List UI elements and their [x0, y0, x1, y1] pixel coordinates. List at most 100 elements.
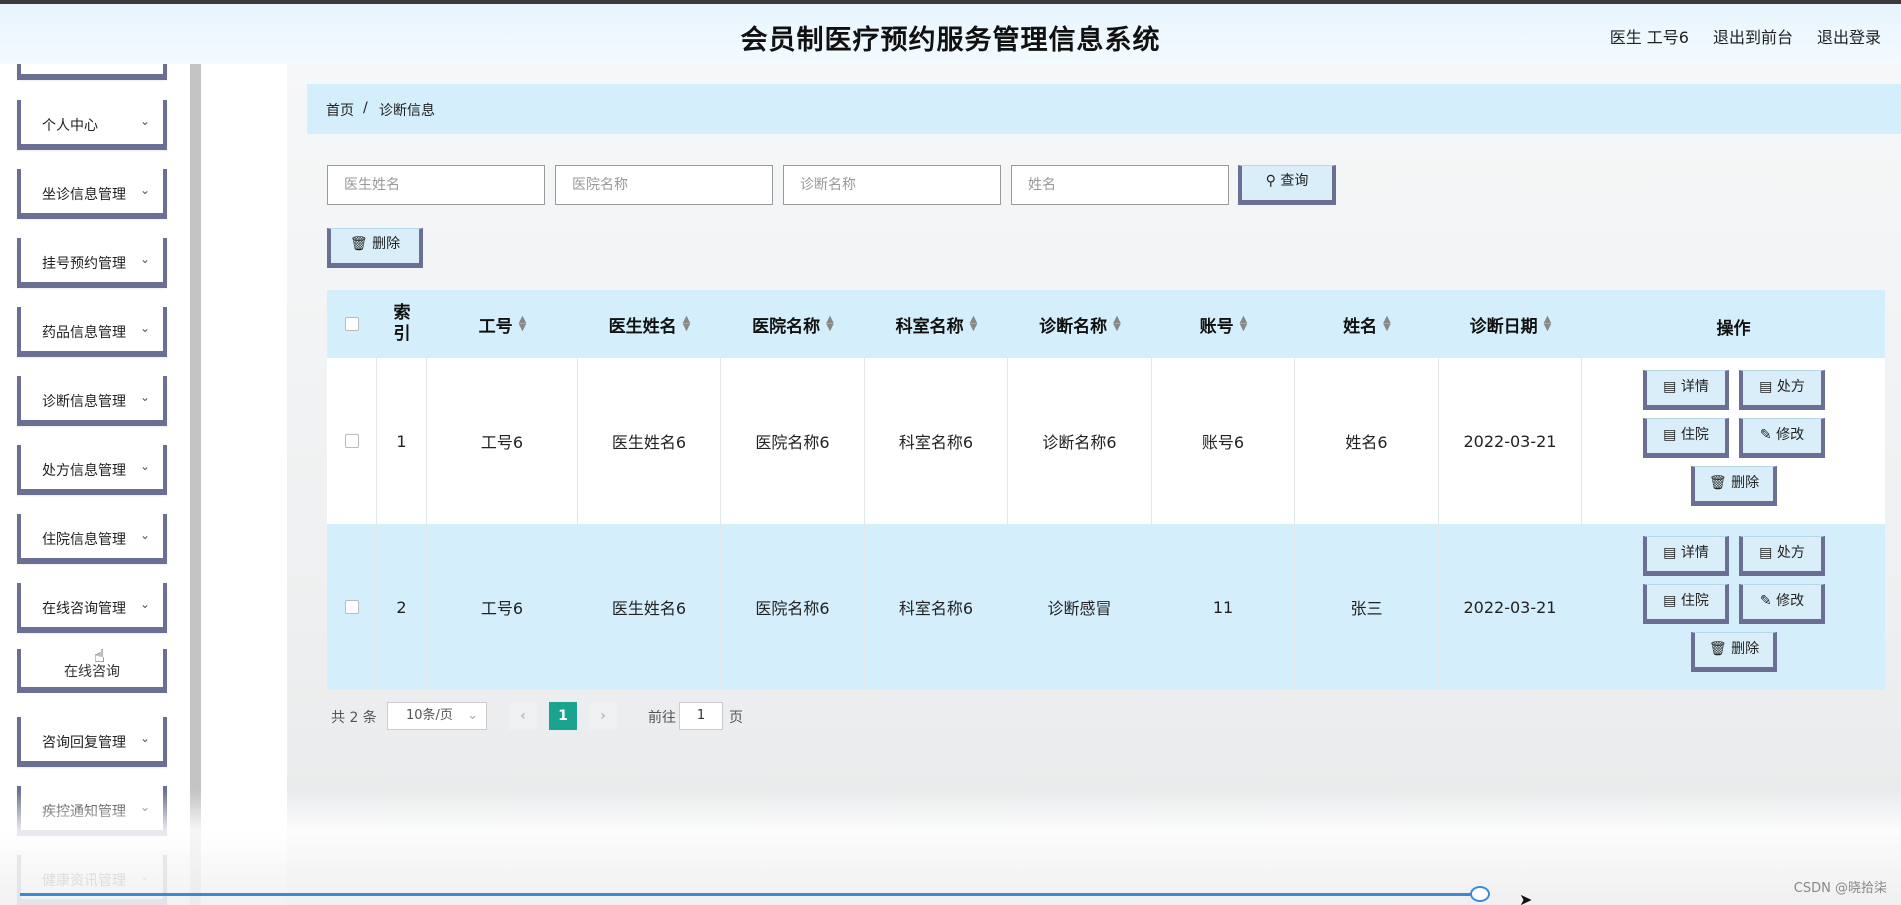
goto-page-input[interactable]: 1 [679, 702, 723, 730]
row-select-cell [327, 524, 377, 690]
chevron-right-icon: › [600, 708, 606, 724]
document-icon: ▤ [1663, 545, 1677, 561]
col-hospital-name[interactable]: 医院名称 ▲ ▼ [721, 290, 865, 358]
sidebar-item-diagnosis[interactable]: 诊断信息管理 ⌄ [17, 376, 167, 426]
cell-hospital-name: 医院名称6 [721, 524, 865, 690]
col-account[interactable]: 账号 ▲ ▼ [1152, 290, 1295, 358]
sidebar-item-label: 处方信息管理 [42, 463, 126, 479]
sidebar-item-label: 疾控通知管理 [42, 804, 126, 820]
chevron-down-icon: ⌄ [139, 800, 150, 814]
prescription-button[interactable]: ▤ 处方 [1739, 536, 1825, 576]
document-icon: ▤ [1663, 427, 1677, 443]
delete-button[interactable]: 🗑 删除 [1691, 632, 1777, 672]
chevron-down-icon: ⌄ [139, 459, 150, 473]
trash-icon: 🗑 [349, 236, 368, 252]
sidebar-menu: 个人中心 ⌄ 坐诊信息管理 ⌄ 挂号预约管理 ⌄ 药品信息管理 ⌄ 诊断信息管理 ⌄ 处方… [0, 64, 190, 905]
sort-icon[interactable]: ▲ ▼ [683, 315, 691, 333]
chevron-down-icon: ⌄ [467, 708, 478, 723]
query-button[interactable]: ⚲ 查询 [1238, 165, 1336, 205]
col-department-name-label: 科室名称 [895, 316, 964, 337]
table-row: 1 工号6 医生姓名6 医院名称6 科室名称6 诊断名称6 账号6 姓名6 20… [327, 358, 1885, 524]
hospital-name-input[interactable]: 医院名称 [555, 165, 773, 205]
sidebar-item-prescription[interactable]: 处方信息管理 ⌄ [17, 445, 167, 495]
table-row: 2 工号6 医生姓名6 医院名称6 科室名称6 诊断感冒 11 张三 2022-… [327, 524, 1885, 690]
sidebar-item-clinic-info[interactable]: 坐诊信息管理 ⌄ [17, 169, 167, 219]
select-all-checkbox[interactable] [345, 317, 359, 331]
sort-icon[interactable]: ▲ ▼ [1383, 315, 1391, 333]
sidebar-item-registration[interactable]: 挂号预约管理 ⌄ [17, 238, 167, 288]
horizontal-scrollbar[interactable] [20, 893, 1482, 896]
row-checkbox[interactable] [344, 434, 359, 448]
delete-button[interactable]: 🗑 删除 [1691, 466, 1777, 506]
scroll-handle[interactable] [1470, 886, 1490, 902]
col-diagnosis-date-label: 诊断日期 [1469, 316, 1538, 337]
logout-link[interactable]: 退出登录 [1817, 24, 1881, 48]
sidebar-item-partial[interactable] [17, 64, 167, 80]
name-input[interactable]: 姓名 [1011, 165, 1229, 205]
sidebar-item-personal-center[interactable]: 个人中心 ⌄ [17, 100, 167, 150]
prescription-button[interactable]: ▤ 处方 [1739, 370, 1825, 410]
sidebar-subitem-online-consult[interactable]: 在线咨询 [17, 649, 167, 693]
hospitalize-button[interactable]: ▤ 住院 [1643, 418, 1729, 458]
sidebar-item-health-news[interactable]: 健康资讯管理 ⌄ [17, 855, 167, 905]
chevron-down-icon: ⌄ [139, 731, 150, 745]
sidebar-item-medicine[interactable]: 药品信息管理 ⌄ [17, 307, 167, 357]
col-name[interactable]: 姓名 ▲ ▼ [1295, 290, 1439, 358]
col-actions: 操作 [1582, 290, 1885, 358]
cell-index: 1 [377, 358, 427, 524]
sidebar-subitem-label: 在线咨询 [64, 664, 120, 680]
col-diagnosis-date[interactable]: 诊断日期 ▲ ▼ [1439, 290, 1582, 358]
col-job-no[interactable]: 工号 ▲ ▼ [427, 290, 578, 358]
cell-actions: ▤ 详情 ▤ 处方 ▤ 住院 ✎ 修改 🗑 删除 [1582, 524, 1885, 690]
watermark: CSDN @晓拾柒 [1793, 881, 1887, 896]
pencil-icon: ✎ [1759, 427, 1772, 443]
detail-button[interactable]: ▤ 详情 [1643, 536, 1729, 576]
col-doctor-name[interactable]: 医生姓名 ▲ ▼ [578, 290, 721, 358]
cell-account: 账号6 [1152, 358, 1295, 524]
sort-icon[interactable]: ▲ ▼ [1544, 315, 1552, 333]
batch-delete-button[interactable]: 🗑 删除 [327, 228, 423, 268]
breadcrumb-home[interactable]: 首页 [326, 100, 354, 120]
sidebar-item-label: 坐诊信息管理 [42, 187, 126, 203]
page-number-current[interactable]: 1 [549, 702, 577, 730]
chevron-down-icon: ⌄ [139, 390, 150, 404]
prev-page-button[interactable]: ‹ [509, 702, 537, 730]
col-diagnosis-name[interactable]: 诊断名称 ▲ ▼ [1008, 290, 1152, 358]
next-page-button[interactable]: › [589, 702, 617, 730]
trash-icon: 🗑 [1708, 475, 1727, 491]
cell-doctor-name: 医生姓名6 [578, 524, 721, 690]
pagination-total: 共 2 条 [331, 710, 377, 726]
sort-icon[interactable]: ▲ ▼ [970, 315, 978, 333]
sort-icon[interactable]: ▲ ▼ [826, 315, 834, 333]
sidebar-item-disease-notice[interactable]: 疾控通知管理 ⌄ [17, 786, 167, 836]
row-checkbox[interactable] [344, 600, 359, 614]
doctor-name-input[interactable]: 医生姓名 [327, 165, 545, 205]
exit-to-front-link[interactable]: 退出到前台 [1713, 24, 1793, 48]
cell-department-name: 科室名称6 [865, 524, 1008, 690]
edit-button[interactable]: ✎ 修改 [1739, 584, 1825, 624]
hand-pointer-icon: ☝ [94, 646, 105, 667]
sort-icon[interactable]: ▲ ▼ [1113, 315, 1121, 333]
sort-icon[interactable]: ▲ ▼ [1240, 315, 1248, 333]
hospitalize-label: 住院 [1680, 427, 1709, 443]
sidebar-item-online-consult[interactable]: 在线咨询管理 ⌄ [17, 583, 167, 633]
sidebar-item-hospitalization[interactable]: 住院信息管理 ⌄ [17, 514, 167, 564]
chevron-down-icon: ⌄ [139, 114, 150, 128]
cell-name: 张三 [1295, 524, 1439, 690]
sidebar-item-consult-reply[interactable]: 咨询回复管理 ⌄ [17, 717, 167, 767]
mouse-cursor-icon: ➤ [1519, 890, 1533, 905]
detail-button[interactable]: ▤ 详情 [1643, 370, 1729, 410]
edit-label: 修改 [1776, 427, 1805, 443]
edit-button[interactable]: ✎ 修改 [1739, 418, 1825, 458]
col-department-name[interactable]: 科室名称 ▲ ▼ [865, 290, 1008, 358]
page-size-select[interactable]: 10条/页 ⌄ [387, 702, 487, 730]
hospitalize-button[interactable]: ▤ 住院 [1643, 584, 1729, 624]
diagnosis-name-input[interactable]: 诊断名称 [783, 165, 1001, 205]
document-icon: ▤ [1663, 593, 1677, 609]
cell-diagnosis-name: 诊断感冒 [1008, 524, 1152, 690]
current-user-label: 医生 工号6 [1609, 28, 1689, 47]
sort-icon[interactable]: ▲ ▼ [519, 315, 527, 333]
chevron-down-icon: ⌄ [139, 183, 150, 197]
sidebar-scrollbar[interactable] [190, 64, 201, 905]
cell-job-no: 工号6 [427, 524, 578, 690]
